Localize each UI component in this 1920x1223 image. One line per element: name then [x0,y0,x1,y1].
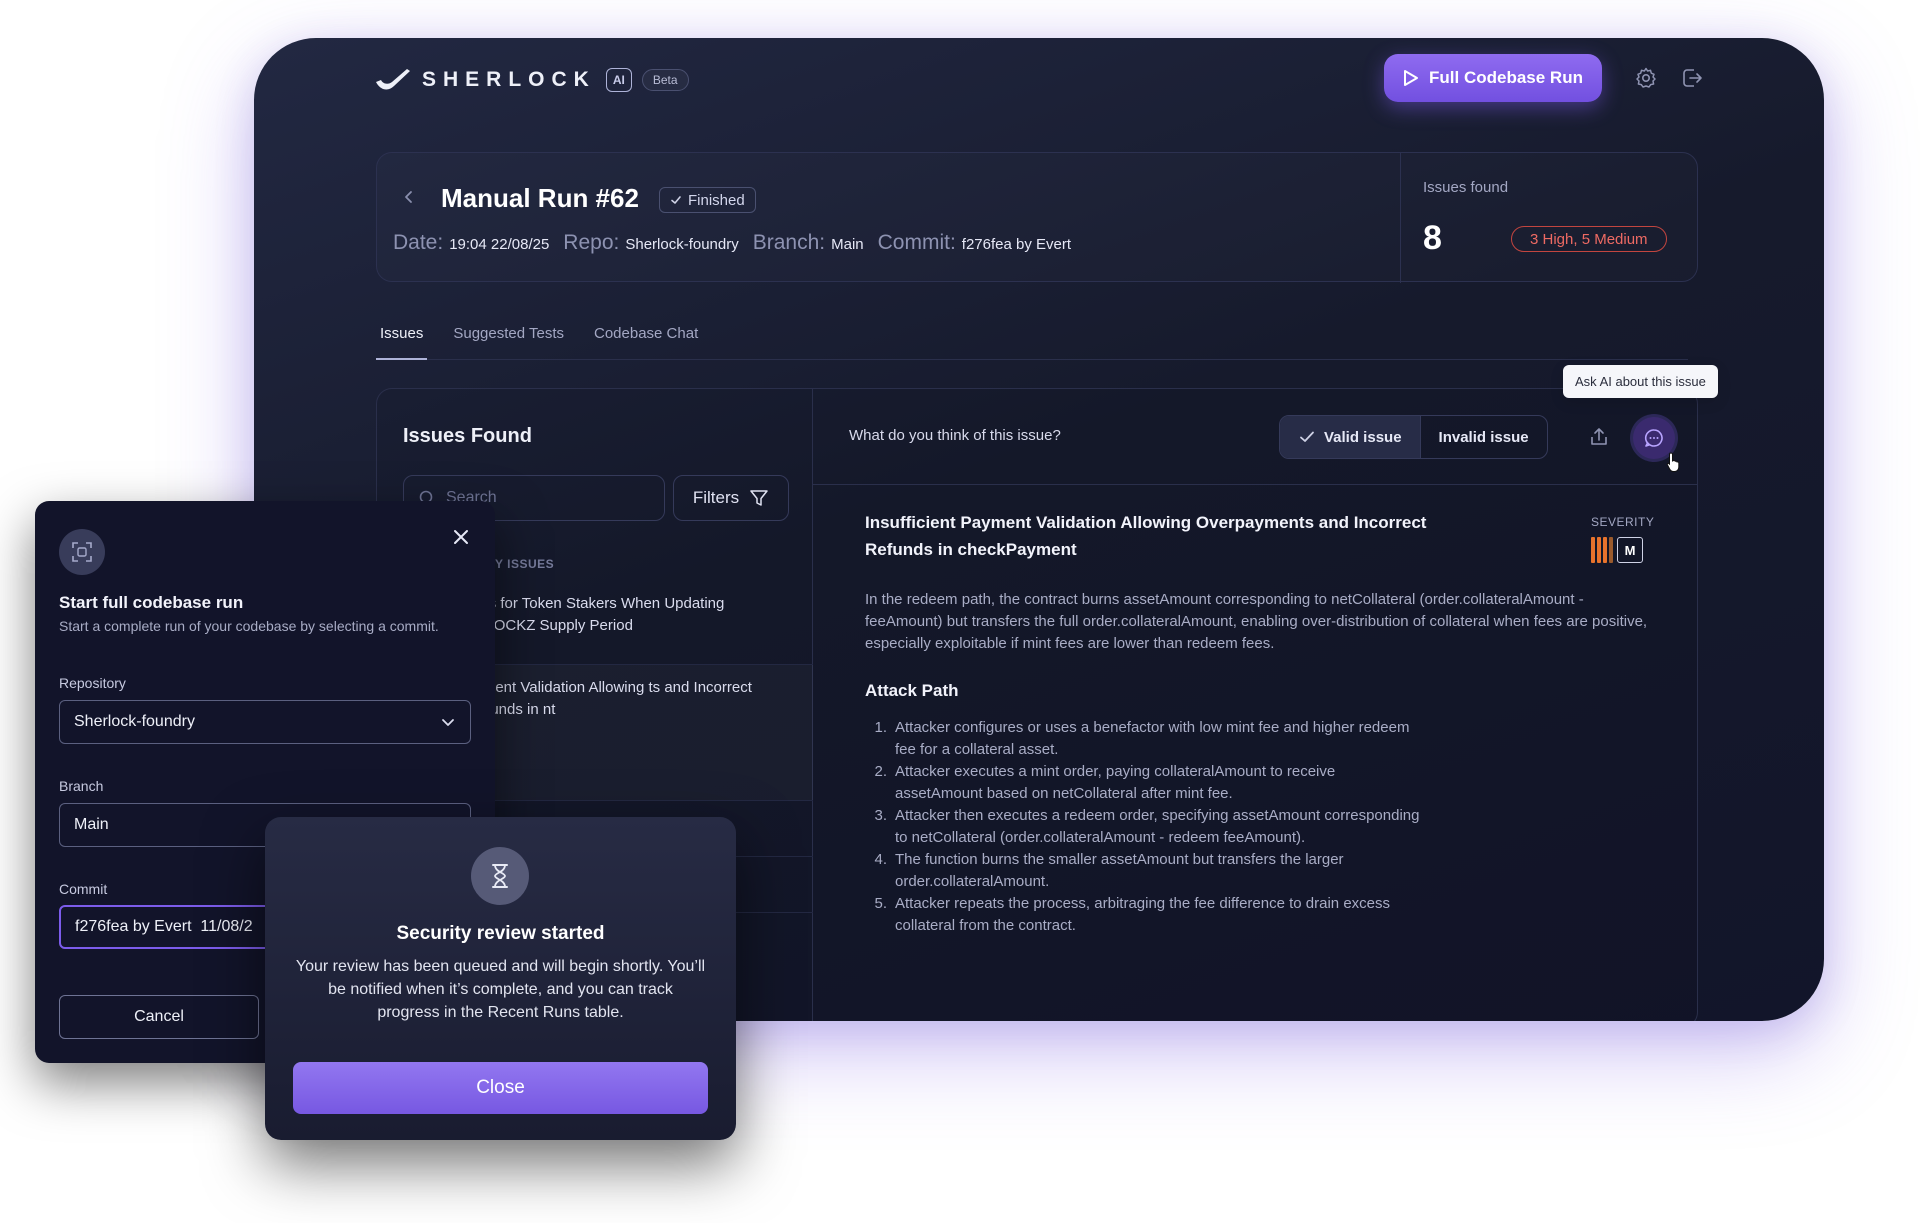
attack-step-text: Attacker then executes a redeem order, s… [895,807,1420,846]
invalid-issue-label: Invalid issue [1438,428,1529,446]
repository-select[interactable]: Sherlock-foundry [59,700,471,744]
attack-step-text: Attacker repeats the process, arbitragin… [895,895,1390,934]
ai-badge: AI [605,68,632,92]
attack-step: 3. Attacker then executes a redeem order,… [865,805,1425,849]
issue-title: Insufficient Payment Validation Allowing… [865,513,1427,559]
filter-icon [750,490,768,506]
date-value: 19:04 22/08/25 [449,236,550,253]
check-icon [1300,431,1314,442]
commit-value: f276fea by Evert 11/08/2 [75,918,253,935]
security-review-title: Security review started [396,923,605,944]
attack-path-list: 1. Attacker configures or uses a benefact… [865,717,1425,937]
chat-bubble-icon [1644,429,1663,447]
severity-meter: M [1591,537,1643,563]
attack-step-text: Attacker executes a mint order, paying c… [895,763,1336,802]
attack-step: 1. Attacker configures or uses a benefact… [865,717,1425,761]
repository-label: Repository [59,675,126,691]
play-icon [1404,70,1419,86]
share-icon[interactable] [1587,425,1611,449]
issue-description: In the redeem path, the contract burns a… [865,591,1648,652]
repository-value: Sherlock-foundry [74,713,195,730]
tab-codebase-chat[interactable]: Codebase Chat [590,320,702,360]
filters-label: Filters [692,488,740,507]
feedback-toggle: Valid issue Invalid issue [1279,415,1548,459]
status-badge: Finished [659,187,756,213]
hourglass-svg [492,864,508,888]
run-title: Manual Run #62 [441,183,639,213]
chevron-left-icon[interactable] [401,189,417,205]
attack-step: 5. Attacker repeats the process, arbitrag… [865,893,1425,937]
cancel-button[interactable]: Cancel [59,995,259,1039]
beta-badge: Beta [641,69,689,91]
attack-step: 2. Attacker executes a mint order, paying… [865,761,1425,805]
close-icon[interactable] [451,527,471,547]
valid-issue-label: Valid issue [1324,428,1402,446]
run-summary-card: Manual Run #62 Finished Date: 19:04 22/08… [376,152,1699,283]
issue-detail: What do you think of this issue? Valid i… [813,389,1697,1021]
tab-bar: Issues Suggested Tests Codebase Chat [376,320,1688,360]
chevron-down-icon [442,719,454,726]
issues-list-title: Issues Found [403,425,532,447]
attack-step-text: The function burns the smaller assetAmou… [895,851,1344,890]
issues-found-label: Issues found [1423,179,1509,196]
branch-label: Branch: [752,231,826,254]
severity-bar [1597,537,1601,563]
branch-label: Branch [59,778,104,794]
pipe-logo-icon [376,69,410,90]
branch-value: Main [74,816,109,833]
attack-step-text: Attacker configures or uses a benefactor… [895,719,1410,758]
ask-ai-tooltip: Ask AI about this issue [1563,365,1718,398]
start-run-subtitle: Start a complete run of your codebase by… [59,618,439,634]
repo-value: Sherlock-foundry [625,236,739,253]
sherlock-logo: SHERLOCK AI Beta [374,68,689,92]
check-icon [671,196,681,204]
feedback-question: What do you think of this issue? [849,427,1061,444]
issues-found-summary: Issues found 8 3 High, 5 Medium [1400,153,1699,283]
start-run-title: Start full codebase run [59,593,244,612]
severity-value: M [1617,537,1643,563]
attack-step: 4. The function burns the smaller assetAm… [865,849,1425,893]
invalid-issue-button[interactable]: Invalid issue [1421,416,1547,458]
issues-section-header: Y ISSUES [495,557,555,571]
logout-icon[interactable] [1680,66,1704,90]
full-codebase-run-label: Full Codebase Run [1429,68,1583,87]
valid-issue-button[interactable]: Valid issue [1280,416,1421,458]
settings-icon[interactable] [1634,66,1658,90]
commit-label: Commit: [877,231,956,254]
security-review-body: Your review has been queued and will beg… [295,958,706,1021]
issues-found-count: 8 [1423,219,1442,257]
tab-issues[interactable]: Issues [376,320,428,360]
date-label: Date: [393,231,444,254]
hourglass-icon [471,847,529,905]
frame-icon [72,542,92,562]
attack-path-title: Attack Path [865,681,959,700]
security-review-modal: Security review started Your review has … [265,817,736,1140]
close-button[interactable]: Close [293,1062,708,1114]
logo-wordmark: SHERLOCK [422,68,596,91]
severity-bar [1609,537,1613,563]
repo-label: Repo: [563,231,620,254]
commit-label: Commit [59,881,108,897]
severity-label: SEVERITY [1591,515,1655,529]
branch-value: Main [831,236,864,253]
severity-bar [1603,537,1607,563]
filters-button[interactable]: Filters [673,475,789,521]
tab-suggested-tests[interactable]: Suggested Tests [449,320,568,360]
status-label: Finished [688,191,745,209]
commit-value: f276fea by Evert [961,236,1072,253]
scan-icon [59,529,105,575]
severity-bar [1591,537,1595,563]
full-codebase-run-button[interactable]: Full Codebase Run [1384,54,1602,102]
severity-summary-badge: 3 High, 5 Medium [1511,226,1667,252]
feedback-bar: What do you think of this issue? Valid i… [813,389,1697,485]
run-meta: Date: 19:04 22/08/25 Repo: Sherlock-foundr… [393,231,1071,255]
pointer-cursor-icon [1666,452,1680,472]
